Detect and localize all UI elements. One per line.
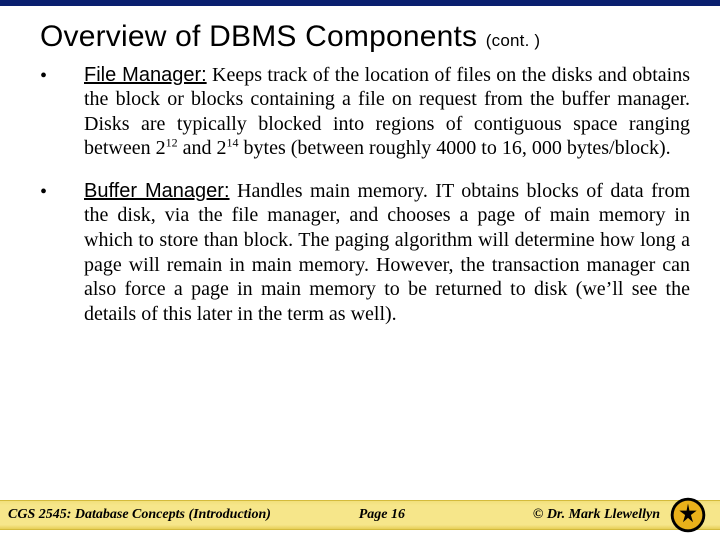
title-main: Overview of DBMS Components — [40, 20, 477, 53]
footer-page: Page 16 — [231, 507, 533, 523]
ucf-logo-icon — [670, 497, 706, 533]
term-file-manager: File Manager: — [84, 64, 207, 86]
superscript: 12 — [166, 136, 178, 150]
bullet-text: File Manager: Keeps track of the locatio… — [84, 63, 690, 161]
footer-bar: CGS 2545: Database Concepts (Introductio… — [0, 500, 720, 530]
slide-title: Overview of DBMS Components (cont. ) — [0, 6, 720, 57]
body-segment: and 2 — [178, 137, 227, 159]
bullet-mark: • — [40, 179, 84, 327]
title-cont: (cont. ) — [486, 31, 541, 50]
term-buffer-manager: Buffer Manager: — [84, 180, 230, 202]
superscript: 14 — [227, 136, 239, 150]
body-segment: bytes (between roughly 4000 to 16, 000 b… — [239, 137, 671, 159]
bullet-mark: • — [40, 63, 84, 161]
content-area: • File Manager: Keeps track of the locat… — [0, 57, 720, 327]
bullet-item: • File Manager: Keeps track of the locat… — [40, 63, 690, 161]
bullet-item: • Buffer Manager: Handles main memory. I… — [40, 179, 690, 327]
slide: Overview of DBMS Components (cont. ) • F… — [0, 0, 720, 540]
bullet-text: Buffer Manager: Handles main memory. IT … — [84, 179, 690, 327]
